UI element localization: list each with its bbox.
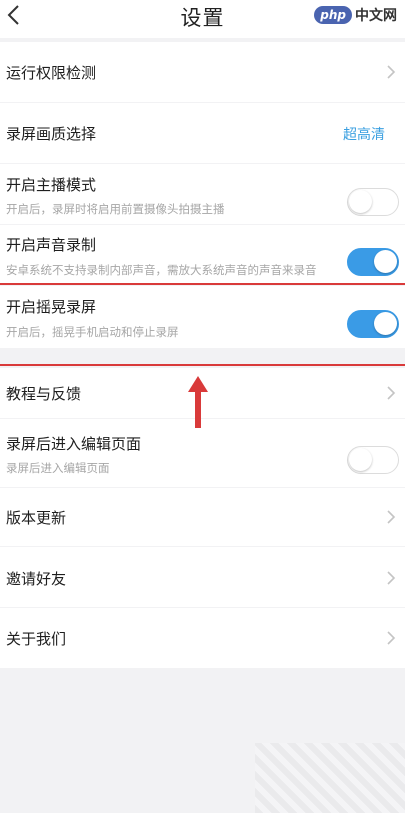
row-description: 开启后，录屏时将启用前置摄像头拍摄主播: [6, 202, 225, 216]
row-edit-after-record: 录屏后进入编辑页面 录屏后进入编辑页面: [0, 419, 405, 487]
row-label: 录屏画质选择: [6, 125, 97, 143]
row-anchor-mode: 开启主播模式 开启后，录屏时将启用前置摄像头拍摄主播: [0, 164, 405, 224]
row-description: 安卓系统不支持录制内部声音，需放大系统声音的声音来录音: [6, 263, 317, 277]
annotation-arrow-icon: [188, 376, 208, 428]
toggle-knob: [374, 312, 397, 335]
row-label: 录屏后进入编辑页面: [6, 435, 142, 453]
row-label: 开启摇晃录屏: [6, 298, 97, 316]
row-video-quality[interactable]: 录屏画质选择 超高清: [0, 103, 405, 163]
row-label: 运行权限检测: [6, 64, 97, 82]
row-label: 开启主播模式: [6, 176, 97, 194]
row-label: 关于我们: [6, 630, 67, 648]
toggle-knob: [349, 190, 372, 213]
row-description: 录屏后进入编辑页面: [6, 461, 110, 475]
watermark-logo: php 中文网: [314, 4, 397, 26]
toggle-knob: [374, 250, 397, 273]
row-invite-friends[interactable]: 邀请好友: [0, 547, 405, 607]
row-description: 开启后，摇晃手机启动和停止录屏: [6, 325, 179, 339]
quality-value: 超高清: [343, 127, 385, 143]
row-label: 版本更新: [6, 509, 67, 527]
row-permission-check[interactable]: 运行权限检测: [0, 42, 405, 102]
chevron-right-icon: [387, 386, 396, 400]
edit-after-record-toggle[interactable]: [347, 446, 399, 474]
row-about-us[interactable]: 关于我们: [0, 608, 405, 668]
chevron-right-icon: [387, 571, 396, 585]
chevron-right-icon: [387, 631, 396, 645]
top-bar: 设置 php 中文网: [0, 0, 405, 38]
anchor-mode-toggle[interactable]: [347, 188, 399, 216]
row-label: 教程与反馈: [6, 385, 82, 403]
row-label: 邀请好友: [6, 570, 67, 588]
audio-recording-toggle[interactable]: [347, 248, 399, 276]
annotation-line-bottom: [0, 364, 405, 366]
toggle-knob: [349, 448, 372, 471]
annotation-line-top: [0, 283, 405, 285]
row-audio-recording: 开启声音录制 安卓系统不支持录制内部声音，需放大系统声音的声音来录音: [0, 225, 405, 283]
chevron-right-icon: [387, 65, 396, 79]
row-shake-record: 开启摇晃录屏 开启后，摇晃手机启动和停止录屏: [0, 286, 405, 348]
logo-text: 中文网: [355, 8, 397, 24]
row-label: 开启声音录制: [6, 236, 97, 254]
shake-record-toggle[interactable]: [347, 310, 399, 338]
chevron-right-icon: [387, 510, 396, 524]
logo-badge: php: [314, 6, 352, 24]
row-version-update[interactable]: 版本更新: [0, 488, 405, 546]
blurred-area: [255, 743, 405, 813]
